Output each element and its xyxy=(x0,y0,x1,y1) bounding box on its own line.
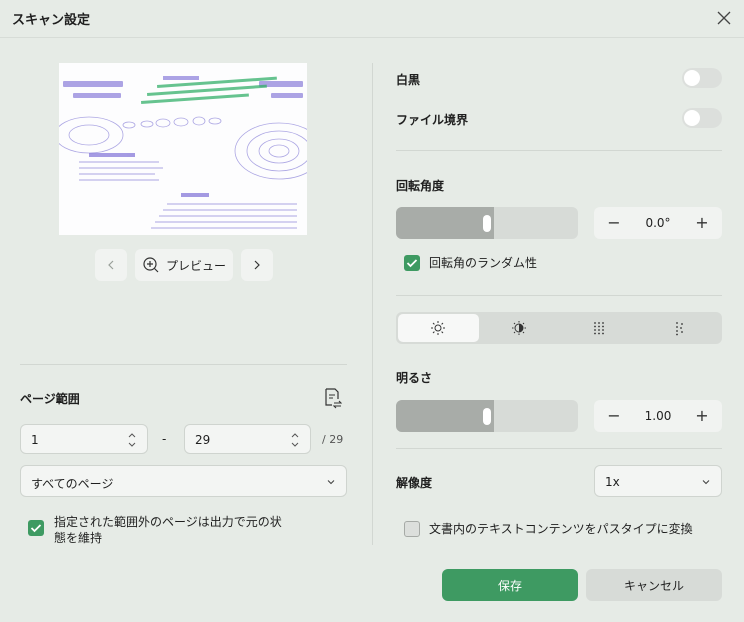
toggle-knob xyxy=(684,110,700,126)
slider-fill xyxy=(396,400,494,432)
title-divider xyxy=(0,37,744,38)
panel-divider xyxy=(372,63,373,545)
keep-outside-checkbox[interactable] xyxy=(28,520,44,536)
range-separator: - xyxy=(162,432,167,446)
close-icon[interactable] xyxy=(714,8,734,28)
rotation-stepper: − 0.0° + xyxy=(594,207,722,239)
page-to-value: 29 xyxy=(195,433,211,447)
preview-thumbnail xyxy=(59,63,307,235)
brightness-stepper: − 1.00 + xyxy=(594,400,722,432)
file-border-toggle[interactable] xyxy=(682,108,722,128)
page-range-label: ページ範囲 xyxy=(20,392,80,406)
chevron-left-icon xyxy=(108,260,114,270)
slider-handle[interactable] xyxy=(483,215,491,232)
chevron-down-icon xyxy=(702,480,710,485)
cancel-button[interactable]: キャンセル xyxy=(586,569,722,601)
mode-dot-grid[interactable] xyxy=(559,314,640,342)
path-type-label: 文書内のテキストコンテンツをパスタイプに変換 xyxy=(429,522,693,536)
bw-label: 白黒 xyxy=(396,73,421,87)
page-from-stepper[interactable]: 1 xyxy=(20,424,148,454)
slider-handle[interactable] xyxy=(483,408,491,425)
random-rotation-label: 回転角のランダム性 xyxy=(429,256,538,270)
increment-button[interactable]: + xyxy=(692,213,712,233)
page-total: / 29 xyxy=(322,433,344,446)
scatter-dots-icon xyxy=(675,322,683,336)
page-scope-value: すべてのページ xyxy=(31,477,114,491)
previous-page-button[interactable] xyxy=(95,249,127,281)
rotation-label: 回転角度 xyxy=(396,179,445,193)
preview-button[interactable]: プレビュー xyxy=(135,249,233,281)
brightness-slider[interactable] xyxy=(396,400,578,432)
page-to-stepper[interactable]: 29 xyxy=(184,424,311,454)
slider-fill xyxy=(396,207,494,239)
path-type-checkbox[interactable] xyxy=(404,521,420,537)
zoom-in-icon xyxy=(143,257,159,273)
divider xyxy=(396,448,722,449)
rotation-slider[interactable] xyxy=(396,207,578,239)
spin-arrows-icon[interactable] xyxy=(127,431,137,449)
mode-sun[interactable] xyxy=(398,314,479,342)
resolution-select[interactable]: 1x xyxy=(594,465,722,497)
save-button[interactable]: 保存 xyxy=(442,569,578,601)
page-scope-select[interactable]: すべてのページ xyxy=(20,465,347,497)
page-from-value: 1 xyxy=(31,433,39,447)
resolution-value: 1x xyxy=(605,475,620,489)
chevron-right-icon xyxy=(254,260,260,270)
bw-toggle[interactable] xyxy=(682,68,722,88)
mode-contrast[interactable] xyxy=(479,314,560,342)
left-divider xyxy=(20,364,347,365)
dialog-title: スキャン設定 xyxy=(12,13,91,28)
toggle-knob xyxy=(684,70,700,86)
resolution-label: 解像度 xyxy=(396,476,433,490)
contrast-icon xyxy=(511,321,526,335)
filter-mode-segmented xyxy=(396,312,722,344)
spin-arrows-icon[interactable] xyxy=(290,431,300,449)
random-rotation-checkbox[interactable] xyxy=(404,255,420,271)
increment-button[interactable]: + xyxy=(692,406,712,426)
divider xyxy=(396,295,722,296)
next-page-button[interactable] xyxy=(241,249,273,281)
checkmark-icon xyxy=(30,524,42,533)
sun-icon xyxy=(431,321,446,335)
file-border-label: ファイル境界 xyxy=(396,113,469,127)
keep-outside-label: 指定された範囲外のページは出力で元の状態を維持 xyxy=(54,515,282,545)
mode-scatter[interactable] xyxy=(640,314,721,342)
chevron-down-icon xyxy=(327,480,335,485)
divider xyxy=(396,150,722,151)
checkmark-icon xyxy=(406,259,418,268)
dot-grid-icon xyxy=(594,322,605,335)
preview-label: プレビュー xyxy=(165,258,226,273)
page-swap-icon[interactable] xyxy=(322,387,342,409)
brightness-label: 明るさ xyxy=(396,371,433,385)
